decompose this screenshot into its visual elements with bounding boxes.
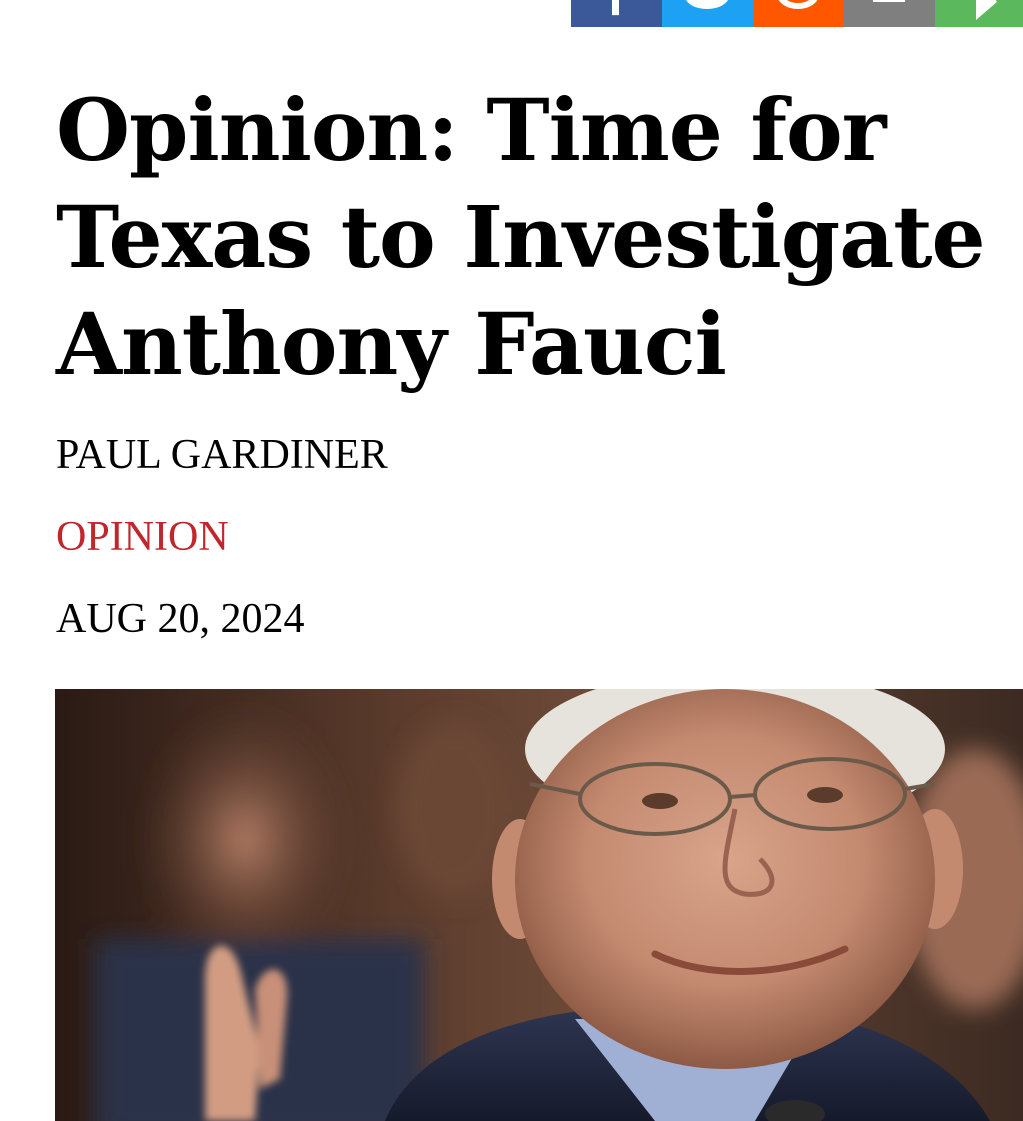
facebook-share-button[interactable]: f	[571, 0, 662, 27]
article-headline: Opinion: Time for Texas to Investigate A…	[56, 81, 986, 395]
hero-photo	[55, 689, 1023, 1121]
twitter-icon	[686, 0, 728, 9]
author-byline[interactable]: PAUL GARDINER	[56, 430, 388, 480]
more-share-button[interactable]	[935, 0, 1023, 27]
email-icon	[873, 0, 905, 2]
share-bar: f	[571, 0, 1023, 27]
publish-date: AUG 20, 2024	[56, 596, 305, 642]
share-icon	[976, 0, 997, 20]
facebook-icon: f	[607, 0, 626, 25]
category-link[interactable]: OPINION	[56, 512, 229, 562]
photo-image	[55, 689, 1023, 1121]
reddit-share-button[interactable]	[753, 0, 844, 27]
twitter-share-button[interactable]	[662, 0, 753, 27]
reddit-icon	[778, 0, 818, 9]
email-share-button[interactable]	[844, 0, 935, 27]
